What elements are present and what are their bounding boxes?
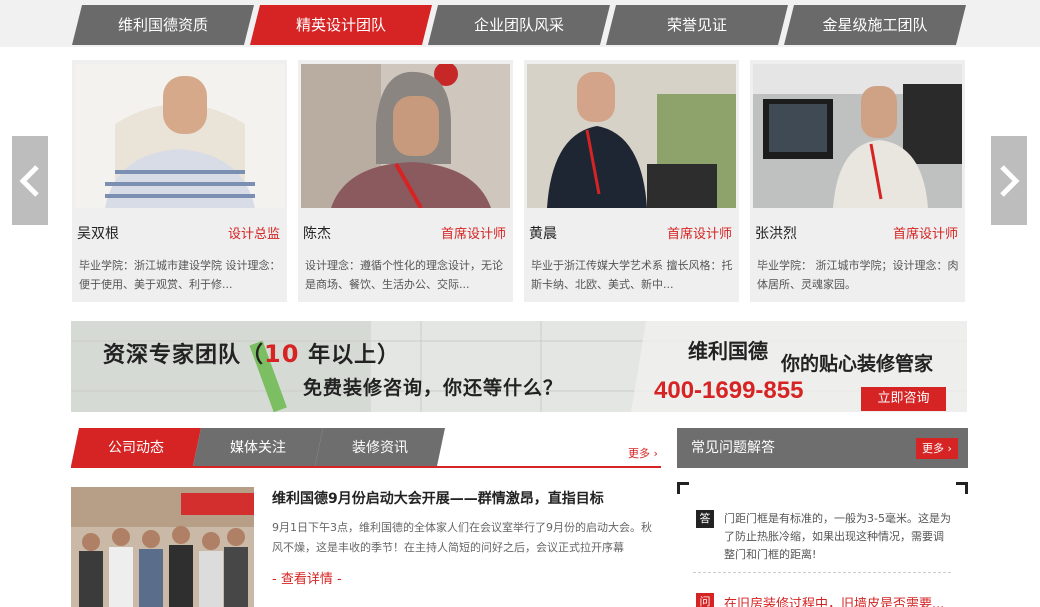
designer-role: 首席设计师: [440, 227, 506, 242]
designer-name: 陈杰: [303, 226, 331, 242]
designer-card[interactable]: 黄晨 首席设计师 毕业于浙江传媒大学艺术系 擅长风格：托斯卡纳、北欧、美式、新中…: [524, 60, 739, 302]
faq-question[interactable]: 在旧房装修过程中，旧墙皮是否需要...: [724, 593, 944, 607]
designer-name: 张洪烈: [755, 226, 797, 242]
designer-description: 设计理念：遵循个性化的理念设计，无论是商场、餐饮、生活办公、交际...: [305, 259, 503, 291]
designer-description: 毕业学院： 浙江城市学院；设计理念：肉体居所、灵魂家园。: [757, 259, 959, 291]
tab-decoration-info[interactable]: 装修资讯: [315, 428, 445, 466]
tab-team-style[interactable]: 企业团队风采: [428, 5, 610, 45]
designer-role: 首席设计师: [666, 227, 732, 242]
chevron-right-icon: [1000, 165, 1020, 197]
designer-role: 首席设计师: [892, 227, 958, 242]
designer-name: 吴双根: [77, 226, 119, 242]
carousel-prev-button[interactable]: [12, 136, 48, 225]
tab-media-coverage[interactable]: 媒体关注: [193, 428, 323, 466]
chevron-left-icon: [19, 165, 39, 197]
faq-header: 常见问题解答 更多 ›: [677, 428, 968, 468]
question-badge: 问: [696, 593, 714, 607]
designer-photo: [301, 64, 510, 208]
corner-decoration: [956, 482, 968, 494]
view-details-link[interactable]: - 查看详情 -: [272, 568, 342, 587]
faq-list: 答 门距门框是有标准的，一般为3-5毫米。这是为了防止热胀冷缩，如果出现这种情况…: [677, 482, 968, 607]
banner-phone: 400-1699-855: [654, 377, 804, 404]
faq-divider: [693, 572, 951, 573]
corner-decoration: [677, 482, 689, 494]
news-article-summary: 9月1日下午3点，维利国德的全体家人们在会议室举行了9月份的启动大会。秋风不燥，…: [272, 521, 652, 554]
tab-company-news[interactable]: 公司动态: [71, 428, 201, 466]
news-article-title[interactable]: 维利国德9月份启动大会开展——群情激昂，直指目标: [272, 488, 604, 508]
tab-qualification[interactable]: 维利国德资质: [72, 5, 254, 45]
consult-now-button[interactable]: 立即咨询: [861, 387, 946, 411]
banner-subline: 免费装修咨询，你还等什么？: [303, 377, 564, 399]
banner-brand: 维利国德: [688, 339, 768, 363]
designer-card[interactable]: 吴双根 设计总监 毕业学院：浙江城市建设学院 设计理念：便于使用、美于观赏、利于…: [72, 60, 287, 302]
tab-honors[interactable]: 荣誉见证: [606, 5, 788, 45]
news-more-link[interactable]: 更多 ›: [628, 445, 658, 461]
faq-title: 常见问题解答: [691, 440, 775, 456]
news-photo[interactable]: [71, 487, 254, 607]
banner-slogan: 你的贴心装修管家: [781, 353, 934, 375]
faq-answer: 门距门框是有标准的，一般为3-5毫米。这是为了防止热胀冷缩，如果出现这种情况，需…: [724, 512, 951, 561]
carousel-next-button[interactable]: [991, 136, 1027, 225]
designer-card[interactable]: 张洪烈 首席设计师 毕业学院： 浙江城市学院；设计理念：肉体居所、灵魂家园。: [750, 60, 965, 302]
section-tabs: 维利国德资质 精英设计团队 企业团队风采 荣誉见证 金星级施工团队: [72, 5, 972, 45]
news-tabs: 公司动态 媒体关注 装修资讯 更多 ›: [71, 428, 661, 468]
designer-card[interactable]: 陈杰 首席设计师 设计理念：遵循个性化的理念设计，无论是商场、餐饮、生活办公、交…: [298, 60, 513, 302]
designer-role: 设计总监: [227, 227, 280, 242]
designer-description: 毕业于浙江传媒大学艺术系 擅长风格：托斯卡纳、北欧、美式、新中...: [531, 259, 733, 291]
tab-construction-team[interactable]: 金星级施工团队: [784, 5, 966, 45]
consultation-banner[interactable]: 资深专家团队（10 年以上） 免费装修咨询，你还等什么？ 维利国德 你的贴心装修…: [71, 321, 967, 412]
designer-photo: [527, 64, 736, 208]
designer-carousel: 吴双根 设计总监 毕业学院：浙江城市建设学院 设计理念：便于使用、美于观赏、利于…: [72, 60, 972, 302]
designer-photo: [753, 64, 962, 208]
designer-name: 黄晨: [529, 226, 557, 242]
banner-headline: 资深专家团队（10 年以上）: [103, 340, 401, 368]
tab-design-team[interactable]: 精英设计团队: [250, 5, 432, 45]
designer-description: 毕业学院：浙江城市建设学院 设计理念：便于使用、美于观赏、利于修...: [79, 259, 281, 291]
answer-badge: 答: [696, 510, 714, 528]
faq-more-button[interactable]: 更多 ›: [916, 438, 958, 459]
designer-photo: [75, 64, 284, 208]
